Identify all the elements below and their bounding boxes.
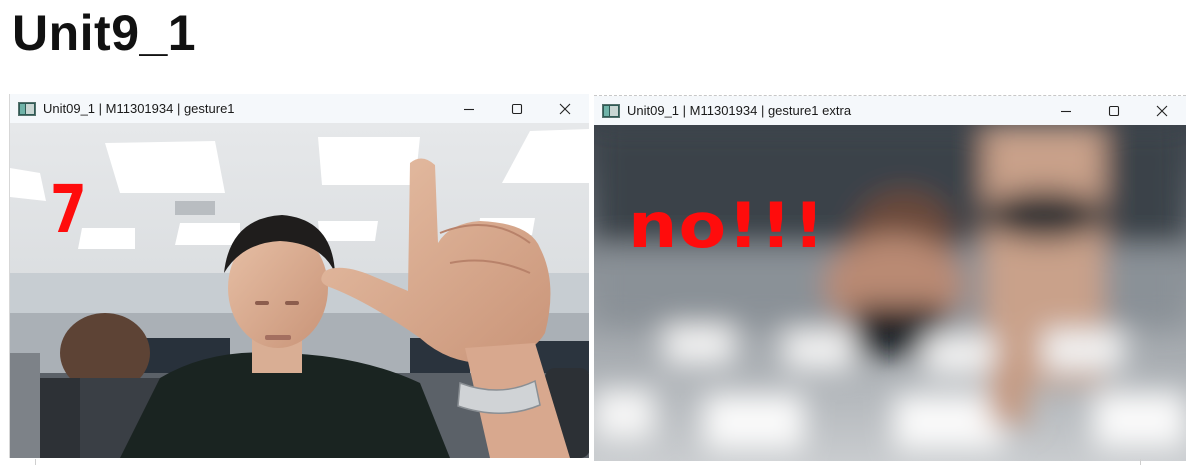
camera-feed: 7 [10,123,589,458]
gesture-status-label: no!!! [628,189,826,262]
window-titlebar[interactable]: Unit09_1 | M11301934 | gesture1 [10,94,589,123]
maximize-icon [511,103,523,114]
minimize-button[interactable] [1042,96,1090,125]
minimize-icon [1061,110,1071,112]
blurred-camera-feed: no!!! [594,125,1186,461]
window-gesture1-extra[interactable]: Unit09_1 | M11301934 | gesture1 extra no… [594,95,1186,461]
window-titlebar[interactable]: Unit09_1 | M11301934 | gesture1 extra [594,96,1186,125]
close-icon [559,103,571,114]
maximize-button[interactable] [493,94,541,123]
window-controls [1042,96,1186,125]
window-gesture1[interactable]: Unit09_1 | M11301934 | gesture1 7 [9,94,589,458]
close-button[interactable] [541,94,589,123]
close-button[interactable] [1138,96,1186,125]
divider [1140,459,1141,465]
minimize-icon [464,108,474,110]
window-title: Unit09_1 | M11301934 | gesture1 extra [627,103,852,118]
maximize-button[interactable] [1090,96,1138,125]
window-title: Unit09_1 | M11301934 | gesture1 [43,101,235,116]
app-window-icon [18,101,36,116]
app-window-icon [602,103,620,118]
close-icon [1156,105,1168,116]
divider [35,459,36,465]
maximize-icon [1108,105,1120,116]
page-title: Unit9_1 [12,5,197,61]
window-controls [445,94,589,123]
minimize-button[interactable] [445,94,493,123]
gesture-count-label: 7 [50,171,87,248]
